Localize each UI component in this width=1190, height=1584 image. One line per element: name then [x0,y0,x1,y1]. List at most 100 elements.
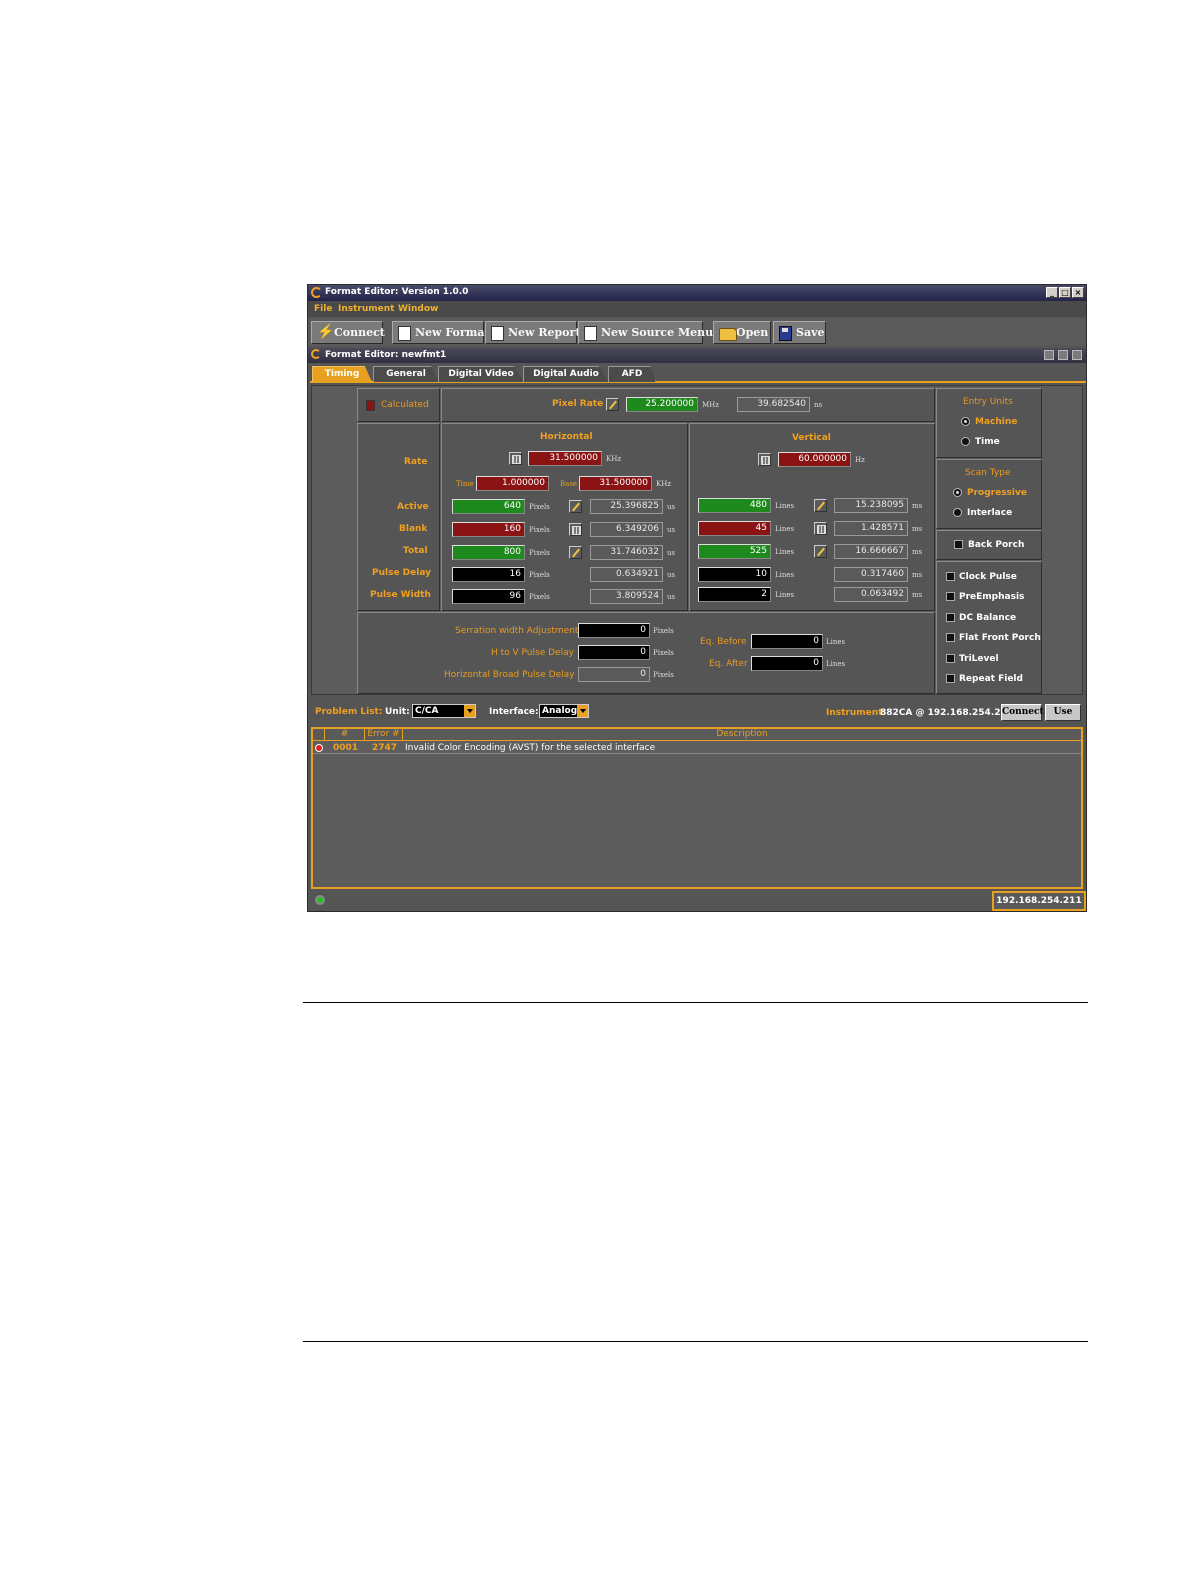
new-report-button[interactable]: New Report [485,321,580,344]
h-blank-field[interactable]: 160 [452,522,525,537]
h-blank-unit: Pixels [529,526,550,534]
broad-pulse-unit: Pixels [653,671,674,679]
scan-type-progressive-label[interactable]: Progressive [967,488,1027,498]
v-pulse-width-time-unit: ms [912,591,923,599]
maximize-button[interactable]: □ [1059,287,1071,298]
preemphasis-checkbox[interactable] [946,592,955,601]
flat-front-porch-checkbox[interactable] [946,633,955,642]
h-active-edit-icon[interactable] [569,500,582,513]
h-to-v-field[interactable]: 0 [578,645,650,660]
tab-digital-audio[interactable]: Digital Audio [523,366,609,382]
pixel-rate-field[interactable]: 25.200000 [626,397,698,412]
v-blank-field[interactable]: 45 [698,521,771,536]
clock-pulse-label[interactable]: Clock Pulse [959,572,1017,582]
h-rate-calculator-icon[interactable] [509,452,522,465]
h-rate-field[interactable]: 31.500000 [528,451,602,466]
broad-pulse-field: 0 [578,667,650,682]
v-blank-calculator-icon[interactable] [814,522,827,535]
h-pulse-delay-time-field: 0.634921 [590,567,663,582]
new-source-menu-button[interactable]: New Source Menu [578,321,713,344]
problem-table-header-error[interactable]: Error # [365,729,403,741]
v-rate-calculator-icon[interactable] [758,453,771,466]
chevron-down-icon [464,705,475,717]
unit-select[interactable]: C/CA [412,704,476,718]
problem-table-header-description[interactable]: Description [403,729,1081,741]
serration-field[interactable]: 0 [578,623,650,638]
tab-digital-video[interactable]: Digital Video [438,366,524,382]
h-blank-calculator-icon[interactable] [569,523,582,536]
h-total-field[interactable]: 800 [452,545,525,560]
vertical-title: Vertical [792,433,831,443]
pixel-rate-edit-icon[interactable] [606,398,619,411]
v-total-edit-icon[interactable] [814,545,827,558]
eq-after-field[interactable]: 0 [751,656,823,671]
instrument-connect-button[interactable]: Connect [1001,704,1044,721]
trilevel-checkbox[interactable] [946,654,955,663]
menu-file[interactable]: File [314,304,332,314]
scan-type-interlace-radio[interactable] [953,508,962,517]
row-label-active: Active [397,502,429,512]
menu-window[interactable]: Window [398,304,438,314]
problem-number: 0001 [333,743,359,753]
repeat-field-label[interactable]: Repeat Field [959,674,1023,684]
document-maximize-button[interactable] [1058,350,1068,360]
document-iconify-button[interactable] [1044,350,1054,360]
document-close-button[interactable] [1072,350,1082,360]
new-format-button[interactable]: New Format [392,321,490,344]
instrument-label: Instrument: [826,708,887,718]
floppy-disk-icon [779,326,792,341]
entry-units-time-radio[interactable] [961,437,970,446]
open-button[interactable]: Open [713,321,771,344]
h-active-field[interactable]: 640 [452,499,525,514]
instrument-use-button[interactable]: Use [1045,704,1081,721]
entry-units-time-label[interactable]: Time [975,437,1000,447]
row-label-blank: Blank [399,524,428,534]
tab-general[interactable]: General [373,366,439,382]
interface-select[interactable]: Analog [539,704,589,718]
h-pulse-width-field[interactable]: 96 [452,589,525,604]
dc-balance-label[interactable]: DC Balance [959,613,1016,623]
eq-before-field[interactable]: 0 [751,634,823,649]
minimize-button[interactable]: _ [1046,287,1058,298]
tab-afd[interactable]: AFD [608,366,656,382]
v-active-field[interactable]: 480 [698,498,771,513]
v-pulse-delay-field[interactable]: 10 [698,567,771,582]
entry-units-machine-radio[interactable] [961,417,970,426]
entry-units-machine-label[interactable]: Machine [975,417,1017,427]
problem-error-code: 2747 [372,743,398,753]
flat-front-porch-label[interactable]: Flat Front Porch [959,633,1041,643]
v-blank-unit: Lines [775,525,795,533]
v-active-edit-icon[interactable] [814,499,827,512]
window-titlebar[interactable]: Format Editor: Version 1.0.0 _ □ × [308,285,1086,301]
back-porch-checkbox[interactable] [954,540,963,549]
scan-type-progressive-radio[interactable] [953,488,962,497]
scan-type-interlace-label[interactable]: Interlace [967,508,1012,518]
v-pulse-width-field[interactable]: 2 [698,587,771,602]
eq-after-label: Eq. After [709,659,748,669]
h-pulse-delay-field[interactable]: 16 [452,567,525,582]
problem-table-header-number[interactable]: # [325,729,365,741]
document-titlebar[interactable]: Format Editor: newfmt1 [308,348,1086,363]
problem-description: Invalid Color Encoding (AVST) for the se… [405,743,656,753]
repeat-field-checkbox[interactable] [946,674,955,683]
h-blank-time-field: 6.349206 [590,522,663,537]
h-active-time-unit: us [667,503,676,511]
h-total-edit-icon[interactable] [569,546,582,559]
save-button[interactable]: Save [773,321,826,344]
tab-timing[interactable]: Timing [312,366,372,382]
trilevel-label[interactable]: TriLevel [959,654,999,664]
close-button[interactable]: × [1072,287,1084,298]
h-base-field[interactable]: 31.500000 [579,476,652,491]
h-to-v-label: H to V Pulse Delay [491,648,574,658]
v-rate-field[interactable]: 60.000000 [778,452,851,467]
connect-button[interactable]: ⚡ Connect [311,321,385,344]
v-total-field[interactable]: 525 [698,544,771,559]
h-time-field[interactable]: 1.000000 [476,476,549,491]
dc-balance-checkbox[interactable] [946,613,955,622]
menu-instrument[interactable]: Instrument [338,304,394,314]
h-base-label: Base [560,480,578,488]
preemphasis-label[interactable]: PreEmphasis [959,592,1024,602]
clock-pulse-checkbox[interactable] [946,572,955,581]
back-porch-label[interactable]: Back Porch [968,540,1024,550]
table-row[interactable]: 0001 2747 Invalid Color Encoding (AVST) … [313,742,1081,754]
